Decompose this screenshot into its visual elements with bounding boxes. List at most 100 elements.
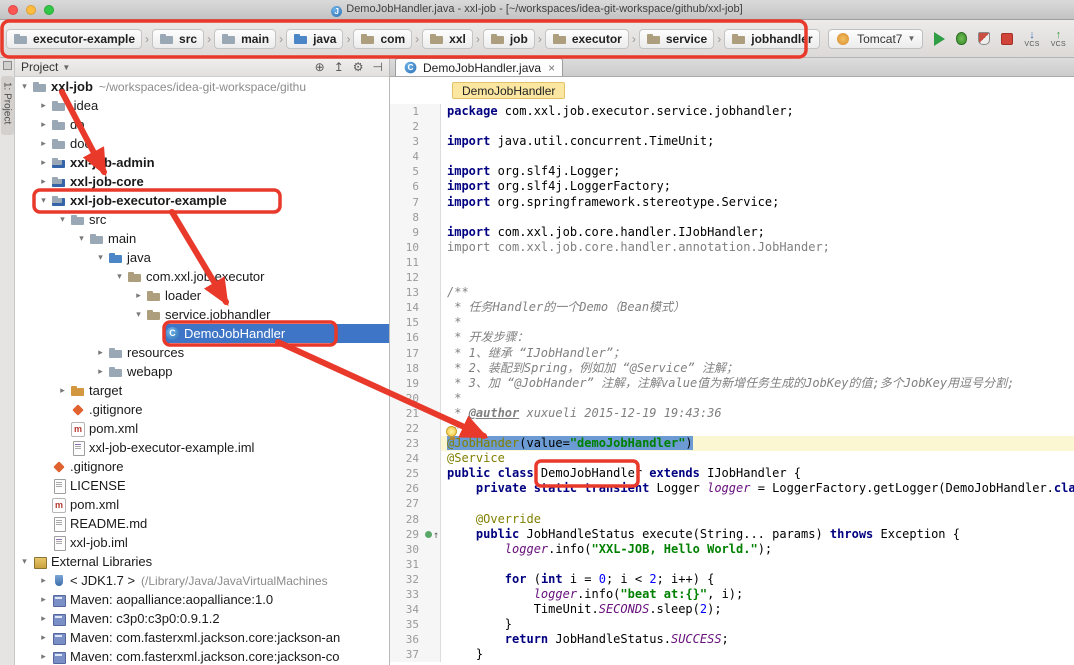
tree-item-pom.xml[interactable]: pom.xml (15, 419, 389, 438)
tree-item-maven-com.fasterxml.jackson.core-jackson-co[interactable]: ▸Maven: com.fasterxml.jackson.core:jacks… (15, 647, 389, 665)
code-line-26[interactable]: 26 private static transient Logger logge… (390, 481, 1074, 496)
chevron-down-icon[interactable]: ▾ (18, 81, 31, 92)
code-line-28[interactable]: 28 @Override (390, 512, 1074, 527)
chevron-right-icon[interactable]: ▸ (37, 119, 50, 130)
code-line-18[interactable]: 18 * 2、装配到Spring，例如加 “@Service” 注解； (390, 361, 1074, 376)
code-line-35[interactable]: 35 } (390, 617, 1074, 632)
code-line-7[interactable]: 7import org.springframework.stereotype.S… (390, 195, 1074, 210)
tree-item-xxl-job[interactable]: ▾xxl-job~/workspaces/idea-git-workspace/… (15, 77, 389, 96)
tree-item-.gitignore[interactable]: .gitignore (15, 457, 389, 476)
code-line-13[interactable]: 13/** (390, 285, 1074, 300)
tree-item-resources[interactable]: ▸resources (15, 343, 389, 362)
tree-item-java[interactable]: ▾java (15, 248, 389, 267)
code-line-24[interactable]: 24@Service (390, 451, 1074, 466)
code-line-8[interactable]: 8 (390, 210, 1074, 225)
chevron-down-icon[interactable]: ▾ (132, 309, 145, 320)
vcs-commit-button[interactable]: ↑ VCS (1051, 30, 1066, 48)
override-gutter-icon[interactable]: ↑ (424, 527, 441, 542)
code-line-31[interactable]: 31 (390, 557, 1074, 572)
code-line-4[interactable]: 4 (390, 149, 1074, 164)
stop-button[interactable] (1001, 33, 1013, 45)
run-config-selector[interactable]: Tomcat7 ▼ (828, 29, 923, 49)
breadcrumb-item-com[interactable]: com (353, 29, 412, 49)
chevron-right-icon[interactable]: ▸ (37, 157, 50, 168)
code-line-6[interactable]: 6import org.slf4j.LoggerFactory; (390, 179, 1074, 194)
tree-item-src[interactable]: ▾src (15, 210, 389, 229)
tree-item-main[interactable]: ▾main (15, 229, 389, 248)
chevron-right-icon[interactable]: ▸ (37, 651, 50, 662)
tree-item-db[interactable]: ▸db (15, 115, 389, 134)
tree-item-xxl-job.iml[interactable]: xxl-job.iml (15, 533, 389, 552)
code-line-17[interactable]: 17 * 1、继承 “IJobHandler”； (390, 346, 1074, 361)
code-line-9[interactable]: 9import com.xxl.job.core.handler.IJobHan… (390, 225, 1074, 240)
breadcrumb-item-jobhandler[interactable]: jobhandler (724, 29, 819, 49)
code-line-14[interactable]: 14 * 任务Handler的一个Demo（Bean模式） (390, 300, 1074, 315)
tree-item--jdk1.7-[interactable]: ▸< JDK1.7 >(/Library/Java/JavaVirtualMac… (15, 571, 389, 590)
run-button[interactable] (934, 32, 945, 46)
editor-breadcrumb[interactable]: DemoJobHandler (452, 82, 565, 99)
close-window-button[interactable] (8, 5, 18, 15)
tree-item-loader[interactable]: ▸loader (15, 286, 389, 305)
code-line-2[interactable]: 2 (390, 119, 1074, 134)
tree-item-xxl-job-executor-example.iml[interactable]: xxl-job-executor-example.iml (15, 438, 389, 457)
code-line-22[interactable]: 22 */ (390, 421, 1074, 436)
chevron-right-icon[interactable]: ▸ (37, 575, 50, 586)
tree-item-webapp[interactable]: ▸webapp (15, 362, 389, 381)
tree-item-maven-aopalliance-aopalliance-1.0[interactable]: ▸Maven: aopalliance:aopalliance:1.0 (15, 590, 389, 609)
tree-item-service.jobhandler[interactable]: ▾service.jobhandler (15, 305, 389, 324)
code-line-29[interactable]: 29↑ public JobHandleStatus execute(Strin… (390, 527, 1074, 542)
code-line-33[interactable]: 33 logger.info("beat at:{}", i); (390, 587, 1074, 602)
tree-item-license[interactable]: LICENSE (15, 476, 389, 495)
tool-window-grid-icon[interactable] (3, 61, 12, 70)
chevron-down-icon[interactable]: ▾ (113, 271, 126, 282)
chevron-right-icon[interactable]: ▸ (37, 613, 50, 624)
code-line-34[interactable]: 34 TimeUnit.SECONDS.sleep(2); (390, 602, 1074, 617)
code-line-16[interactable]: 16 * 开发步骤： (390, 330, 1074, 345)
chevron-down-icon[interactable]: ▾ (94, 252, 107, 263)
tree-item-.idea[interactable]: ▸.idea (15, 96, 389, 115)
tree-item-demojobhandler[interactable]: DemoJobHandler (15, 324, 389, 343)
code-line-32[interactable]: 32 for (int i = 0; i < 2; i++) { (390, 572, 1074, 587)
code-line-15[interactable]: 15 * (390, 315, 1074, 330)
tree-item-com.xxl.job.executor[interactable]: ▾com.xxl.job.executor (15, 267, 389, 286)
chevron-down-icon[interactable]: ▼ (62, 63, 70, 72)
breadcrumb-item-job[interactable]: job (483, 29, 535, 49)
zoom-window-button[interactable] (44, 5, 54, 15)
tree-item-readme.md[interactable]: README.md (15, 514, 389, 533)
code-line-21[interactable]: 21 * @author xuxueli 2015-12-19 19:43:36 (390, 406, 1074, 421)
editor-tab[interactable]: DemoJobHandler.java × (395, 58, 563, 76)
code-line-20[interactable]: 20 * (390, 391, 1074, 406)
code-line-12[interactable]: 12 (390, 270, 1074, 285)
collapse-all-icon[interactable]: ↥ (334, 60, 344, 74)
project-tool-window-button[interactable]: 1: Project (1, 76, 14, 135)
debug-button[interactable] (956, 32, 967, 45)
breadcrumb-item-executor[interactable]: executor (545, 29, 629, 49)
breadcrumb-item-main[interactable]: main (214, 29, 276, 49)
tree-item-maven-com.fasterxml.jackson.core-jackson-an[interactable]: ▸Maven: com.fasterxml.jackson.core:jacks… (15, 628, 389, 647)
tree-item-maven-c3p0-c3p0-0.9.1.2[interactable]: ▸Maven: c3p0:c3p0:0.9.1.2 (15, 609, 389, 628)
chevron-right-icon[interactable]: ▸ (37, 100, 50, 111)
minimize-window-button[interactable] (26, 5, 36, 15)
tree-item-external-libraries[interactable]: ▾External Libraries (15, 552, 389, 571)
chevron-down-icon[interactable]: ▾ (18, 556, 31, 567)
code-line-1[interactable]: 1package com.xxl.job.executor.service.jo… (390, 104, 1074, 119)
code-line-19[interactable]: 19 * 3、加 “@JobHander” 注解，注解value值为新增任务生成… (390, 376, 1074, 391)
gear-icon[interactable]: ⚙ (353, 60, 364, 74)
chevron-right-icon[interactable]: ▸ (132, 290, 145, 301)
chevron-right-icon[interactable]: ▸ (37, 138, 50, 149)
breadcrumb-item-xxl[interactable]: xxl (422, 29, 473, 49)
close-tab-icon[interactable]: × (548, 61, 555, 75)
chevron-right-icon[interactable]: ▸ (94, 366, 107, 377)
chevron-down-icon[interactable]: ▾ (56, 214, 69, 225)
code-line-23[interactable]: 23@JobHander(value="demoJobHandler") (390, 436, 1074, 451)
hide-panel-icon[interactable]: ⊣ (373, 60, 383, 74)
chevron-down-icon[interactable]: ▾ (75, 233, 88, 244)
breadcrumb-item-executor-example[interactable]: executor-example (6, 29, 142, 49)
code-line-36[interactable]: 36 return JobHandleStatus.SUCCESS; (390, 632, 1074, 647)
tree-item-doc[interactable]: ▸doc (15, 134, 389, 153)
breadcrumb-item-java[interactable]: java (286, 29, 343, 49)
intention-bulb-icon[interactable] (446, 426, 457, 437)
scroll-from-source-icon[interactable]: ⊕ (315, 60, 325, 74)
code-line-10[interactable]: 10import com.xxl.job.core.handler.annota… (390, 240, 1074, 255)
tree-item-pom.xml[interactable]: pom.xml (15, 495, 389, 514)
